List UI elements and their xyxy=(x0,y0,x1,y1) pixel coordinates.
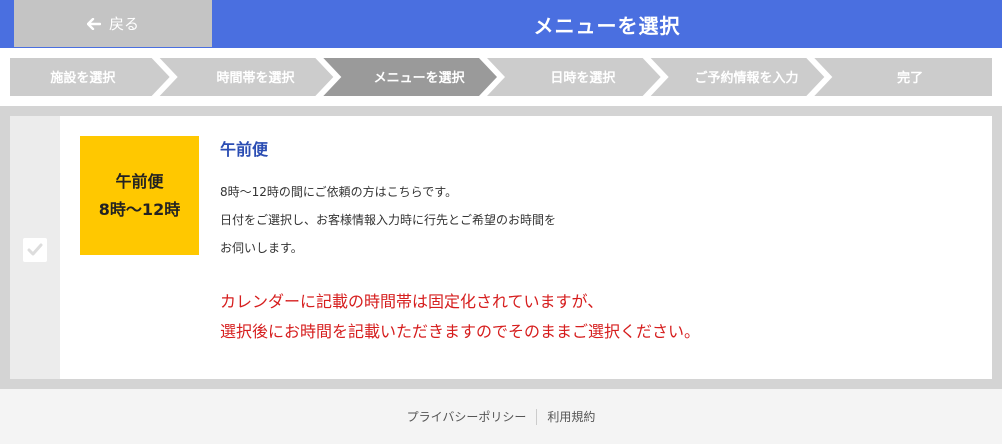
terms-link[interactable]: 利用規約 xyxy=(547,408,595,425)
menu-list: 午前便 8時～12時 午前便 8時～12時の間にご依頼の方はこちらです。 日付を… xyxy=(0,106,1002,389)
footer: プライバシーポリシー 利用規約 xyxy=(0,389,1002,444)
privacy-policy-link[interactable]: プライバシーポリシー xyxy=(407,408,527,425)
menu-item-description: 8時～12時の間にご依頼の方はこちらです。 日付をご選択し、お客様情報入力時に行… xyxy=(220,178,556,262)
select-checkbox[interactable] xyxy=(23,238,47,262)
tile-name: 午前便 xyxy=(115,171,164,191)
step-progress-bar: 施設を選択 時間帯を選択 メニューを選択 日時を選択 ご予約情報を入力 完了 xyxy=(0,48,1002,106)
tile-time: 8時～12時 xyxy=(98,199,181,219)
footer-divider xyxy=(536,408,538,425)
step-3-label: メニューを選択 xyxy=(374,70,466,86)
page-title: メニューを選択 xyxy=(533,13,681,38)
back-button-label: 戻る xyxy=(108,15,139,33)
menu-tile: 午前便 8時～12時 xyxy=(80,136,199,255)
menu-item-title: 午前便 xyxy=(220,140,269,159)
step-6-label: 完了 xyxy=(897,70,923,86)
description-line: 日付をご選択し、お客様情報入力時に行先とご希望のお時間を xyxy=(220,213,557,227)
steps-svg: 施設を選択 時間帯を選択 メニューを選択 日時を選択 ご予約情報を入力 完了 xyxy=(10,58,992,96)
description-line: お伺いします。 xyxy=(220,241,303,255)
description-line: 8時～12時の間にご依頼の方はこちらです。 xyxy=(220,185,458,199)
back-button[interactable]: 戻る xyxy=(14,0,212,47)
notice-line: 選択後にお時間を記載いただきますのでそのままご選択ください。 xyxy=(220,322,701,341)
menu-item-card[interactable]: 午前便 8時～12時 午前便 8時～12時の間にご依頼の方はこちらです。 日付を… xyxy=(10,116,992,379)
step-1-label: 施設を選択 xyxy=(50,70,116,86)
step-5-label: ご予約情報を入力 xyxy=(694,70,798,86)
menu-item-notice: カレンダーに記載の時間帯は固定化されていますが、 選択後にお時間を記載いただきま… xyxy=(220,287,700,347)
step-4-label: 日時を選択 xyxy=(550,70,616,86)
check-column xyxy=(10,116,60,379)
check-icon xyxy=(27,243,43,256)
notice-line: カレンダーに記載の時間帯は固定化されていますが、 xyxy=(220,292,604,311)
arrow-left-icon xyxy=(86,17,101,30)
step-2-label: 時間帯を選択 xyxy=(216,70,295,86)
header-bar: 戻る メニューを選択 xyxy=(0,0,1002,48)
